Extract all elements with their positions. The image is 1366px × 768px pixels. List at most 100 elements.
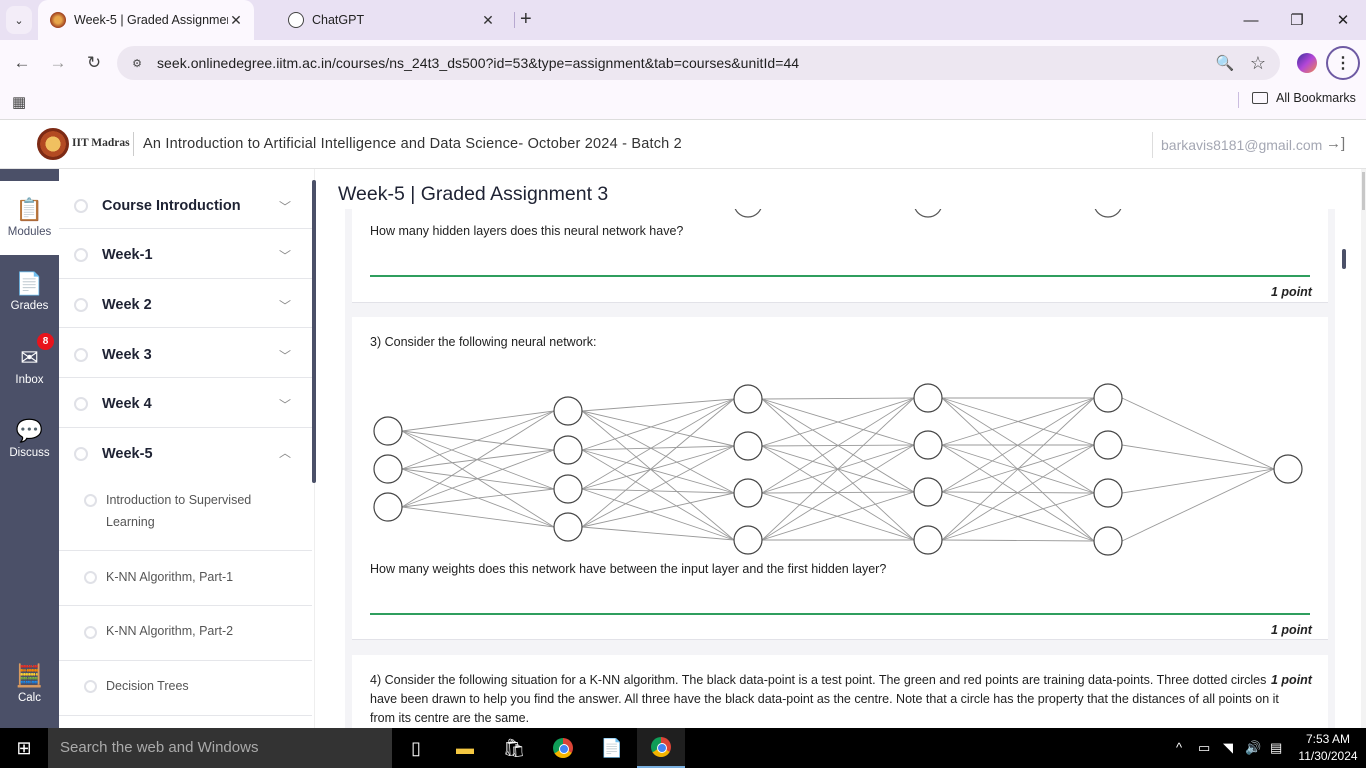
question-3-points: 1 point [1271,623,1312,637]
chat-bubble-icon: 💬 [15,418,44,443]
chevron-up-icon[interactable]: ︿ [279,444,291,461]
store-icon[interactable]: 🛍 [490,728,538,768]
lesson-intro-supervised-learning[interactable]: Introduction to Supervised Learning [59,480,312,551]
hidden-neuron [913,383,943,413]
module-course-introduction[interactable]: Course Introduction ﹀ [59,180,312,229]
rail-item-modules[interactable]: 📋 Modules [0,181,59,255]
neural-network-diagram [373,383,1303,556]
file-explorer-icon[interactable]: ▬ [441,728,489,768]
lesson-decision-trees[interactable]: Decision Trees [59,661,312,716]
hidden-neuron [733,525,763,555]
wifi-icon[interactable]: ◥ [1223,740,1233,756]
rail-item-grades[interactable]: 📄 Grades [0,255,59,329]
header-separator [133,132,134,156]
rail-item-calc[interactable]: 🧮 Calc [0,647,59,721]
tray-overflow-icon[interactable]: ^ [1176,740,1182,755]
chevron-down-icon[interactable]: ﹀ [279,198,291,215]
chevron-down-icon[interactable]: ﹀ [279,297,291,314]
question-3-answer-input[interactable] [370,613,1310,615]
progress-radio-icon [74,348,88,362]
bookmark-star-icon[interactable]: ☆ [1247,52,1269,74]
browser-tabstrip: ⌄ Week-5 | Graded Assignment 3 ✕ ChatGPT… [0,0,1366,40]
left-rail: 📋 Modules 📄 Grades ✉ Inbox 💬 Discuss 🧮 C… [0,169,59,728]
close-window-button[interactable]: ✕ [1320,0,1366,40]
page-scrollbar[interactable] [1361,169,1366,728]
volume-icon[interactable]: 🔊 [1245,740,1261,756]
progress-radio-icon [84,626,97,639]
module-label: Week 3 [102,347,152,363]
hidden-neuron [733,431,763,461]
module-week-4[interactable]: Week 4 ﹀ [59,378,312,428]
taskbar-search-box[interactable]: Search the web and Windows [48,728,392,768]
logout-icon[interactable]: →] [1326,135,1345,152]
chevron-down-icon[interactable]: ﹀ [279,347,291,364]
profile-avatar[interactable] [1297,53,1317,73]
chrome-taskbar-icon[interactable] [539,728,587,768]
forward-button[interactable]: → [45,50,71,76]
all-bookmarks-button[interactable]: All Bookmarks [1252,91,1356,105]
tab-graded-assignment[interactable]: Week-5 | Graded Assignment 3 ✕ [38,0,254,40]
close-tab-icon[interactable]: ✕ [228,12,244,29]
rail-label: Modules [7,226,52,238]
lesson-label: Decision Trees [106,679,189,693]
output-neuron [1273,454,1303,484]
zoom-icon[interactable]: 🔍 [1214,52,1236,74]
folder-icon [1252,92,1268,104]
hidden-neuron [733,478,763,508]
progress-radio-icon [74,248,88,262]
tab-search-button[interactable]: ⌄ [6,6,32,34]
python-file-icon[interactable]: 📄 [588,728,636,768]
question-3-intro: 3) Consider the following neural network… [370,335,597,349]
chevron-down-icon[interactable]: ﹀ [279,396,291,413]
bookmarks-bar [0,85,1366,120]
module-week-3[interactable]: Week 3 ﹀ [59,328,312,378]
module-list: Course Introduction ﹀ Week-1 ﹀ Week 2 ﹀ … [59,169,315,728]
user-email: barkavis8181@gmail.com [1161,137,1323,153]
page-scrollbar-thumb[interactable] [1362,172,1365,210]
chrome-active-taskbar-icon[interactable] [637,728,685,768]
lesson-knn-part-1[interactable]: K-NN Algorithm, Part-1 [59,551,312,606]
rail-label: Calc [17,692,41,704]
task-view-icon[interactable]: ▯ [392,728,440,768]
module-label: Course Introduction [102,198,241,214]
tab-chatgpt[interactable]: ChatGPT ✕ [276,0,506,40]
chevron-down-icon[interactable]: ﹀ [279,247,291,264]
hidden-neuron [913,525,943,555]
taskbar-clock[interactable]: 7:53 AM 11/30/2024 [1297,731,1359,765]
progress-radio-icon [84,571,97,584]
minimize-button[interactable]: — [1228,0,1274,40]
content-scroll-indicator[interactable] [1342,249,1346,269]
inbox-badge: 8 [37,333,54,350]
hidden-neuron [553,435,583,465]
address-bar[interactable]: ⚙ seek.onlinedegree.iitm.ac.in/courses/n… [117,46,1280,80]
apps-grid-icon[interactable]: ▦ [12,93,26,111]
question-2-answer-input[interactable] [370,275,1310,277]
iitm-logo-icon[interactable] [37,128,69,160]
windows-start-button[interactable]: ⊞ [0,728,48,768]
battery-icon[interactable]: ▭ [1198,740,1210,756]
weight-connection [1121,468,1275,494]
hidden-neuron [913,430,943,460]
site-info-icon[interactable]: ⚙ [125,51,149,75]
weight-connection [941,539,1095,542]
close-tab-icon[interactable]: ✕ [480,12,496,29]
hidden-neuron [1093,526,1123,556]
module-week-1[interactable]: Week-1 ﹀ [59,229,312,279]
module-week-2[interactable]: Week 2 ﹀ [59,279,312,328]
lesson-knn-part-2[interactable]: K-NN Algorithm, Part-2 [59,606,312,661]
hidden-neuron [733,384,763,414]
input-neuron [373,454,403,484]
course-title: An Introduction to Artificial Intelligen… [143,136,682,152]
new-tab-button[interactable]: + [520,8,532,30]
back-button[interactable]: ← [9,50,35,76]
progress-radio-icon [74,199,88,213]
rail-item-discuss[interactable]: 💬 Discuss [0,402,59,476]
notifications-icon[interactable]: ▤ [1270,740,1282,756]
weight-connection [581,398,735,451]
weight-connection [581,398,735,412]
url-text[interactable]: seek.onlinedegree.iitm.ac.in/courses/ns_… [157,55,799,71]
restore-button[interactable]: ❐ [1274,0,1320,40]
module-week-5[interactable]: Week-5 ︿ [59,428,312,480]
browser-menu-button[interactable]: ⋮ [1326,46,1360,80]
reload-button[interactable]: ↻ [81,50,107,76]
